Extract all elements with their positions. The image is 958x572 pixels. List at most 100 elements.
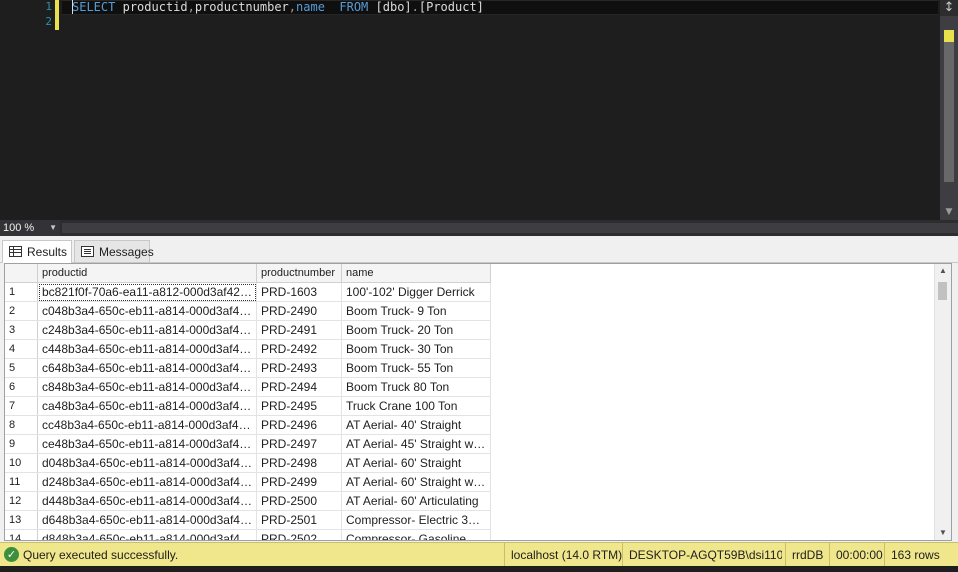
row-number[interactable]: 3 xyxy=(5,320,38,340)
cell-productnumber[interactable]: PRD-2496 xyxy=(256,415,342,435)
results-tabs: Results Messages xyxy=(0,236,958,263)
row-number[interactable]: 7 xyxy=(5,396,38,416)
cell-productid[interactable]: c448b3a4-650c-eb11-a814-000d3af436d7 xyxy=(37,339,257,359)
cell-productnumber[interactable]: PRD-2500 xyxy=(256,491,342,511)
row-number[interactable]: 10 xyxy=(5,453,38,473)
zoom-dropdown[interactable]: 100 % ▼ xyxy=(0,220,60,236)
row-number[interactable]: 4 xyxy=(5,339,38,359)
cell-name[interactable]: Boom Truck- 20 Ton xyxy=(341,320,491,340)
column-header[interactable]: name xyxy=(341,264,491,283)
row-number[interactable]: 8 xyxy=(5,415,38,435)
cell-name[interactable]: AT Aerial- 45' Straight w/ Jib xyxy=(341,434,491,454)
table-row[interactable]: 11 d248b3a4-650c-eb11-a814-000d3af436d7 PR… xyxy=(5,472,491,492)
cell-productid[interactable]: c248b3a4-650c-eb11-a814-000d3af436d7 xyxy=(37,320,257,340)
editor-vertical-scrollbar[interactable]: ↕ ▼ xyxy=(940,0,958,220)
editor-scroll-thumb[interactable] xyxy=(944,42,954,182)
cell-productid[interactable]: d648b3a4-650c-eb11-a814-000d3af436d7 xyxy=(37,510,257,530)
cell-name[interactable]: AT Aerial- 40' Straight xyxy=(341,415,491,435)
cell-productid[interactable]: d248b3a4-650c-eb11-a814-000d3af436d7 xyxy=(37,472,257,492)
cell-name[interactable]: Boom Truck 80 Ton xyxy=(341,377,491,397)
cell-productid[interactable]: ca48b3a4-650c-eb11-a814-000d3af436d7 xyxy=(37,396,257,416)
scroll-down-icon[interactable]: ▼ xyxy=(935,526,951,540)
cell-productnumber[interactable]: PRD-2491 xyxy=(256,320,342,340)
cell-productid[interactable]: d448b3a4-650c-eb11-a814-000d3af436d7 xyxy=(37,491,257,511)
table-row[interactable]: 4 c448b3a4-650c-eb11-a814-000d3af436d7 PRD… xyxy=(5,339,491,359)
scroll-up-icon[interactable]: ▲ xyxy=(935,264,951,278)
grid-scroll-thumb[interactable] xyxy=(938,282,947,300)
cell-productnumber[interactable]: PRD-2495 xyxy=(256,396,342,416)
table-row[interactable]: 13 d648b3a4-650c-eb11-a814-000d3af436d7 PR… xyxy=(5,510,491,530)
status-bar: ✓ Query executed successfully. localhost… xyxy=(0,542,958,567)
query-editor[interactable]: 1 2 SELECT productid,productnumber,name … xyxy=(0,0,958,220)
cell-name[interactable]: Compressor- Electric 35 C... xyxy=(341,510,491,530)
row-number[interactable]: 2 xyxy=(5,301,38,321)
code-area[interactable]: SELECT productid,productnumber,name FROM… xyxy=(62,0,938,220)
row-number[interactable]: 14 xyxy=(5,529,38,540)
row-number[interactable]: 6 xyxy=(5,377,38,397)
results-grid[interactable]: productid productnumber name 1 bc821f0f-7… xyxy=(4,263,952,541)
cell-productid[interactable]: d048b3a4-650c-eb11-a814-000d3af436d7 xyxy=(37,453,257,473)
table-row[interactable]: 7 ca48b3a4-650c-eb11-a814-000d3af436d7 PRD… xyxy=(5,396,491,416)
table-row[interactable]: 6 c848b3a4-650c-eb11-a814-000d3af436d7 PRD… xyxy=(5,377,491,397)
column-header[interactable]: productid xyxy=(37,264,257,283)
grid-vertical-scrollbar[interactable]: ▲ ▼ xyxy=(934,264,951,540)
cell-productnumber[interactable]: PRD-2492 xyxy=(256,339,342,359)
tab-label: Results xyxy=(27,245,68,259)
corner-cell[interactable] xyxy=(5,264,38,283)
keyword-select: SELECT xyxy=(72,0,116,14)
table-row[interactable]: 9 ce48b3a4-650c-eb11-a814-000d3af436d7 PRD… xyxy=(5,434,491,454)
cell-name[interactable]: Boom Truck- 55 Ton xyxy=(341,358,491,378)
cell-productid[interactable]: cc48b3a4-650c-eb11-a814-000d3af436d7 xyxy=(37,415,257,435)
grid-icon xyxy=(9,246,22,257)
row-number[interactable]: 9 xyxy=(5,434,38,454)
table-row[interactable]: 8 cc48b3a4-650c-eb11-a814-000d3af436d7 PRD… xyxy=(5,415,491,435)
cell-productid[interactable]: c648b3a4-650c-eb11-a814-000d3af436d7 xyxy=(37,358,257,378)
table-row[interactable]: 2 c048b3a4-650c-eb11-a814-000d3af436d7 PRD… xyxy=(5,301,491,321)
cell-name[interactable]: AT Aerial- 60' Straight w/ Jib xyxy=(341,472,491,492)
cell-name[interactable]: Boom Truck- 30 Ton xyxy=(341,339,491,359)
comma: , xyxy=(187,0,195,14)
split-icon[interactable]: ↕ xyxy=(940,0,958,16)
status-elapsed: 00:00:00 xyxy=(829,543,884,567)
cell-productnumber[interactable]: PRD-2493 xyxy=(256,358,342,378)
table-row[interactable]: 10 d048b3a4-650c-eb11-a814-000d3af436d7 PR… xyxy=(5,453,491,473)
cell-productid[interactable]: c848b3a4-650c-eb11-a814-000d3af436d7 xyxy=(37,377,257,397)
cell-productnumber[interactable]: PRD-2490 xyxy=(256,301,342,321)
table-row[interactable]: 1 bc821f0f-70a6-ea11-a812-000d3af427b4 PRD… xyxy=(5,282,491,302)
cell-name[interactable]: AT Aerial- 60' Articulating xyxy=(341,491,491,511)
cell-productid[interactable]: ce48b3a4-650c-eb11-a814-000d3af436d7 xyxy=(37,434,257,454)
editor-horizontal-scrollbar[interactable] xyxy=(62,223,958,233)
row-number[interactable]: 11 xyxy=(5,472,38,492)
scroll-down-icon[interactable]: ▼ xyxy=(940,206,958,218)
cell-name[interactable]: Truck Crane 100 Ton xyxy=(341,396,491,416)
row-number[interactable]: 13 xyxy=(5,510,38,530)
cell-name[interactable]: Boom Truck- 9 Ton xyxy=(341,301,491,321)
row-number[interactable]: 5 xyxy=(5,358,38,378)
row-number[interactable]: 1 xyxy=(5,282,38,302)
cell-name[interactable]: 100'-102' Digger Derrick xyxy=(341,282,491,302)
tab-results[interactable]: Results xyxy=(2,240,72,263)
column-productnumber: productnumber xyxy=(194,0,289,14)
row-number[interactable]: 12 xyxy=(5,491,38,511)
table-row[interactable]: 14 d848b3a4-650c-eb11-a814-000d3af436d7 PR… xyxy=(5,529,491,540)
cell-productnumber[interactable]: PRD-2497 xyxy=(256,434,342,454)
cell-productnumber[interactable]: PRD-2499 xyxy=(256,472,342,492)
cell-productid[interactable]: bc821f0f-70a6-ea11-a812-000d3af427b4 xyxy=(37,282,257,302)
cell-name[interactable]: AT Aerial- 60' Straight xyxy=(341,453,491,473)
cell-productnumber[interactable]: PRD-2494 xyxy=(256,377,342,397)
table-row[interactable]: 5 c648b3a4-650c-eb11-a814-000d3af436d7 PRD… xyxy=(5,358,491,378)
cell-productnumber[interactable]: PRD-2501 xyxy=(256,510,342,530)
column-header[interactable]: productnumber xyxy=(256,264,342,283)
tab-messages[interactable]: Messages xyxy=(74,240,154,262)
column-productid: productid xyxy=(122,0,188,14)
cell-name[interactable]: Compressor- Gasoline 90... xyxy=(341,529,491,540)
cell-productnumber[interactable]: PRD-1603 xyxy=(256,282,342,302)
results-pane: Results Messages productid productnumber… xyxy=(0,236,958,542)
table-row[interactable]: 12 d448b3a4-650c-eb11-a814-000d3af436d7 PR… xyxy=(5,491,491,511)
table-row[interactable]: 3 c248b3a4-650c-eb11-a814-000d3af436d7 PRD… xyxy=(5,320,491,340)
cell-productnumber[interactable]: PRD-2502 xyxy=(256,529,342,540)
cell-productnumber[interactable]: PRD-2498 xyxy=(256,453,342,473)
code-line-1[interactable]: SELECT productid,productnumber,name FROM… xyxy=(72,0,484,14)
cell-productid[interactable]: c048b3a4-650c-eb11-a814-000d3af436d7 xyxy=(37,301,257,321)
cell-productid[interactable]: d848b3a4-650c-eb11-a814-000d3af436d7 xyxy=(37,529,257,540)
